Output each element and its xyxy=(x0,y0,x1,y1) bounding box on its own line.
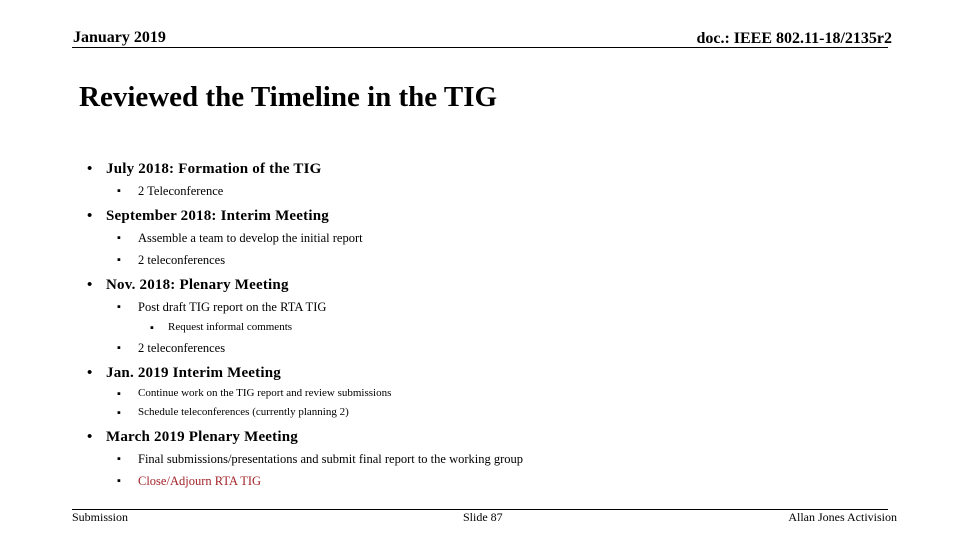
sub-bullet-item: 2 teleconferences xyxy=(138,253,226,267)
footer-submission: Submission xyxy=(72,510,129,524)
sub-bullet-icon: ▪ xyxy=(117,453,121,465)
sub-bullet-item: Assemble a team to develop the initial r… xyxy=(138,231,363,245)
sub-bullet-icon: ▪ xyxy=(117,232,121,244)
sub-bullet-item: Final submissions/presentations and subm… xyxy=(138,452,524,466)
header-date: January 2019 xyxy=(73,29,166,46)
header-doc-id: doc.: IEEE 802.11-18/2135r2 xyxy=(696,30,892,47)
slide-title: Reviewed the Timeline in the TIG xyxy=(79,81,498,113)
bullet-item-jan-2019: Jan. 2019 Interim Meeting xyxy=(106,365,281,381)
sub-bullet-item: Continue work on the TIG report and revi… xyxy=(138,387,392,399)
sub-bullet-item: 2 Teleconference xyxy=(138,184,224,198)
sub-bullet-item: Schedule teleconferences (currently plan… xyxy=(138,406,349,418)
bullet-icon: • xyxy=(87,208,93,224)
sub-bullet-icon: ▪ xyxy=(117,185,121,197)
bullet-item-nov-2018: Nov. 2018: Plenary Meeting xyxy=(106,277,289,293)
bullet-icon: • xyxy=(87,365,93,381)
sub-bullet-icon: ▪ xyxy=(117,388,121,400)
sub-bullet-icon: ▪ xyxy=(117,475,121,487)
bullet-item-september-2018: September 2018: Interim Meeting xyxy=(106,208,329,224)
bullet-item-july-2018: July 2018: Formation of the TIG xyxy=(106,161,322,177)
sub-sub-bullet-icon: ▪ xyxy=(150,322,154,334)
sub-bullet-item: 2 teleconferences xyxy=(138,341,226,355)
sub-bullet-icon: ▪ xyxy=(117,342,121,354)
sub-bullet-icon: ▪ xyxy=(117,254,121,266)
sub-bullet-item: Post draft TIG report on the RTA TIG xyxy=(138,300,327,314)
bullet-icon: • xyxy=(87,161,93,177)
sub-bullet-item-close-adjourn: Close/Adjourn RTA TIG xyxy=(138,474,262,488)
sub-bullet-icon: ▪ xyxy=(117,407,121,419)
sub-sub-bullet-item: Request informal comments xyxy=(168,321,293,333)
footer-slide-number: Slide 87 xyxy=(463,510,503,524)
bullet-item-march-2019: March 2019 Plenary Meeting xyxy=(106,429,298,445)
header-divider xyxy=(72,47,888,48)
bullet-icon: • xyxy=(87,429,93,445)
sub-bullet-icon: ▪ xyxy=(117,301,121,313)
bullet-icon: • xyxy=(87,277,93,293)
footer-author: Allan Jones Activision xyxy=(788,510,897,524)
